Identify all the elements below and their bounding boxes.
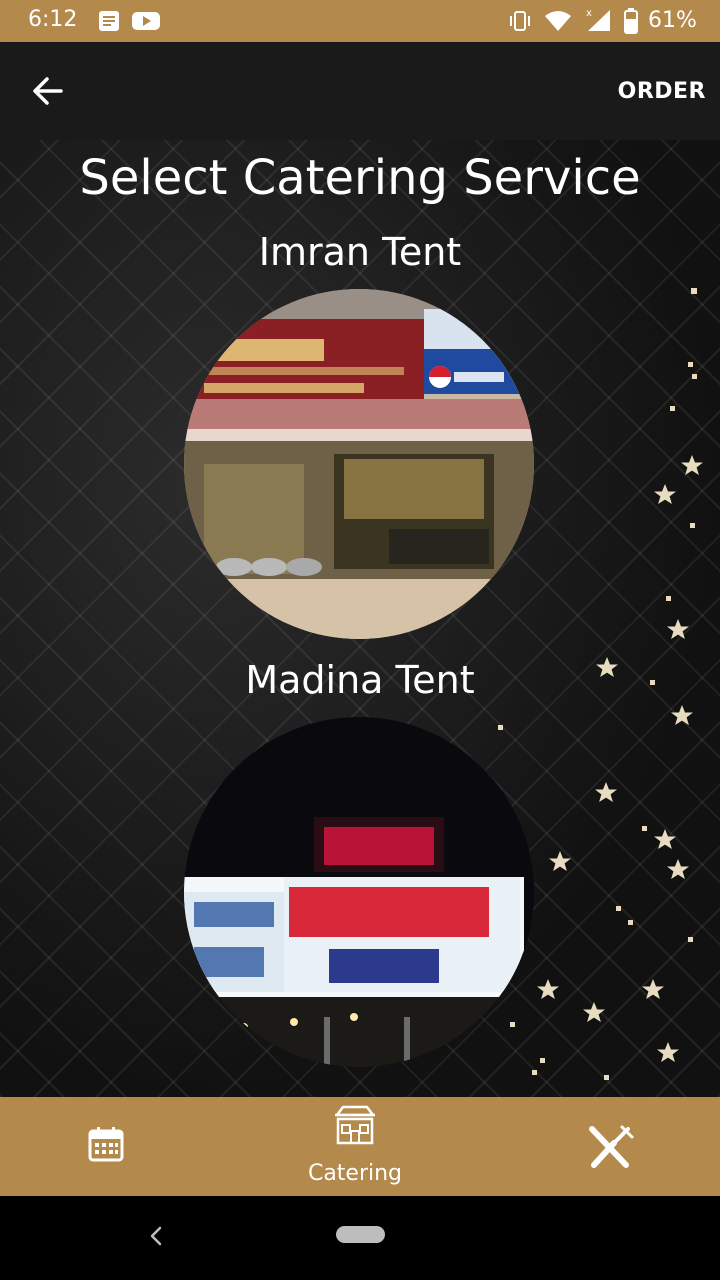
status-bar: 6:12 x 61% xyxy=(0,0,720,42)
battery-icon xyxy=(624,8,638,39)
status-time: 6:12 xyxy=(28,7,78,32)
vendor-photo-imran-tent[interactable] xyxy=(184,289,534,639)
system-home-button[interactable] xyxy=(336,1226,385,1243)
fork-knife-icon xyxy=(586,1123,634,1176)
calendar-icon xyxy=(88,1126,124,1167)
svg-text:x: x xyxy=(586,8,592,19)
vendor-name-madina-tent[interactable]: Madina Tent xyxy=(0,658,720,702)
bottom-nav: Catering xyxy=(0,1097,720,1196)
app-bar: ORDER xyxy=(0,42,720,140)
cellular-signal-icon: x xyxy=(584,6,612,37)
vendor-name-imran-tent[interactable]: Imran Tent xyxy=(0,230,720,274)
nav-item-calendar[interactable] xyxy=(48,1097,164,1196)
system-nav-bar xyxy=(0,1196,720,1280)
nav-label-catering: Catering xyxy=(307,1161,403,1186)
catering-list[interactable]: Select Catering Service Imran Tent Madin… xyxy=(0,140,720,1097)
arrow-left-icon[interactable] xyxy=(30,73,66,109)
order-button[interactable]: ORDER xyxy=(618,79,706,104)
catering-building-icon xyxy=(333,1103,377,1152)
notes-icon xyxy=(98,10,120,37)
nav-item-catering[interactable]: Catering xyxy=(295,1097,415,1196)
vendor-photo-madina-tent[interactable] xyxy=(184,717,534,1067)
battery-percent: 61% xyxy=(648,8,697,33)
page-title: Select Catering Service xyxy=(79,150,641,206)
system-back-icon[interactable] xyxy=(146,1224,166,1253)
youtube-icon xyxy=(132,10,160,37)
nav-item-menu[interactable] xyxy=(560,1097,660,1196)
wifi-icon xyxy=(544,10,572,37)
vibrate-icon xyxy=(508,10,532,37)
